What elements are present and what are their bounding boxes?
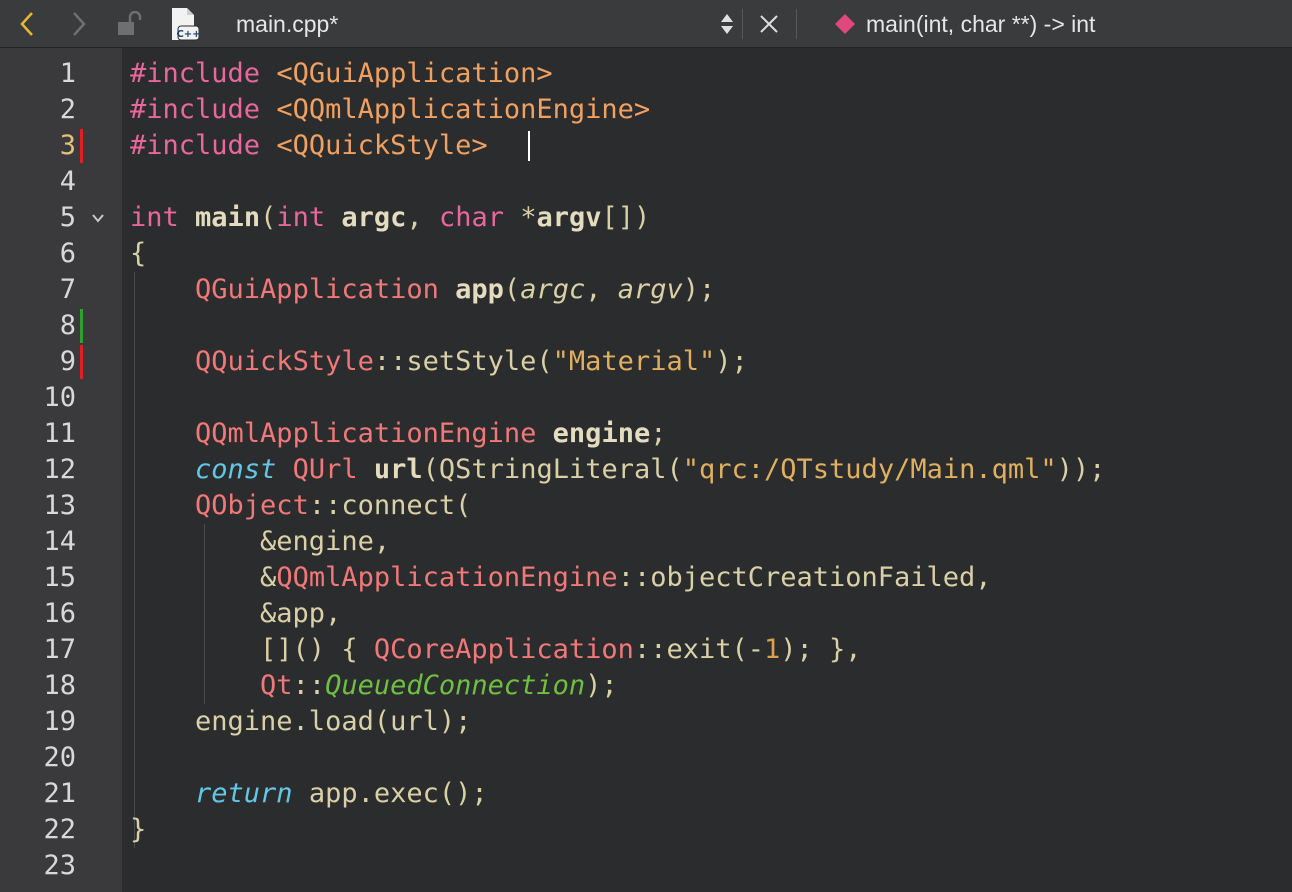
line-number: 10	[43, 382, 76, 413]
line-number: 23	[43, 850, 76, 881]
line-number-gutter[interactable]: 1 2 3 4 5 6 7 8 9 10 11 12 13 14 15 16 1…	[0, 48, 122, 892]
back-arrow-icon[interactable]	[12, 0, 42, 48]
code-line-17: []() { QCoreApplication::exit(-1); },	[130, 634, 862, 665]
line-number: 19	[43, 706, 76, 737]
code-editor[interactable]: #include <QGuiApplication> #include <QQm…	[122, 48, 1292, 892]
code-line-22: }	[130, 814, 147, 845]
added-line-marker	[80, 309, 83, 343]
code-line-1: #include <QGuiApplication>	[130, 58, 553, 89]
function-symbol-icon	[832, 0, 858, 48]
code-line-12: const QUrl url(QStringLiteral("qrc:/QTst…	[195, 454, 1106, 485]
fold-chevron-icon[interactable]	[90, 200, 106, 236]
code-line-7: QGuiApplication app(argc, argv);	[195, 274, 716, 305]
changed-line-marker	[80, 129, 83, 163]
cpp-file-icon: C++	[166, 0, 202, 48]
unlock-icon[interactable]	[114, 0, 146, 48]
line-number: 21	[43, 778, 76, 809]
line-number: 18	[43, 670, 76, 701]
line-number: 20	[43, 742, 76, 773]
changed-line-marker	[80, 345, 83, 379]
line-number: 17	[43, 634, 76, 665]
code-line-6: {	[130, 238, 147, 269]
editor-toolbar: C++ main.cpp* main(int, char **) -> int	[0, 0, 1292, 48]
code-line-11: QQmlApplicationEngine engine;	[195, 418, 667, 449]
line-number: 13	[43, 490, 76, 521]
line-number: 3	[59, 130, 76, 161]
line-number: 7	[59, 274, 76, 305]
code-line-16: &app,	[130, 598, 342, 629]
code-line-5: int main(int argc, char *argv[])	[130, 202, 651, 233]
close-icon[interactable]	[752, 0, 786, 48]
file-name[interactable]: main.cpp*	[236, 0, 338, 48]
code-line-2: #include <QQmlApplicationEngine>	[130, 94, 651, 125]
forward-arrow-icon[interactable]	[64, 0, 94, 48]
code-line-9: QQuickStyle::setStyle("Material");	[195, 346, 748, 377]
line-number: 22	[43, 814, 76, 845]
up-down-icon[interactable]	[716, 0, 738, 48]
line-number: 5	[59, 202, 76, 233]
code-line-21: return app.exec();	[195, 778, 488, 809]
line-number: 11	[43, 418, 76, 449]
code-line-13: QObject::connect(	[195, 490, 472, 521]
file-type-badge: C++	[176, 29, 199, 40]
code-line-3: #include <QQuickStyle>	[130, 130, 488, 161]
line-number: 16	[43, 598, 76, 629]
current-symbol[interactable]: main(int, char **) -> int	[866, 0, 1095, 48]
text-caret	[528, 131, 530, 161]
line-number: 8	[59, 310, 76, 341]
toolbar-divider	[796, 9, 797, 39]
line-number: 12	[43, 454, 76, 485]
code-line-18: Qt::QueuedConnection);	[260, 670, 618, 701]
code-line-15: &QQmlApplicationEngine::objectCreationFa…	[130, 562, 992, 593]
code-line-19: engine.load(url);	[130, 706, 472, 737]
toolbar-divider	[742, 9, 743, 39]
line-number: 1	[59, 58, 76, 89]
line-number: 9	[59, 346, 76, 377]
line-number: 15	[43, 562, 76, 593]
line-number: 2	[59, 94, 76, 125]
line-number: 6	[59, 238, 76, 269]
line-number: 4	[59, 166, 76, 197]
code-line-14: &engine,	[130, 526, 391, 557]
line-number: 14	[43, 526, 76, 557]
